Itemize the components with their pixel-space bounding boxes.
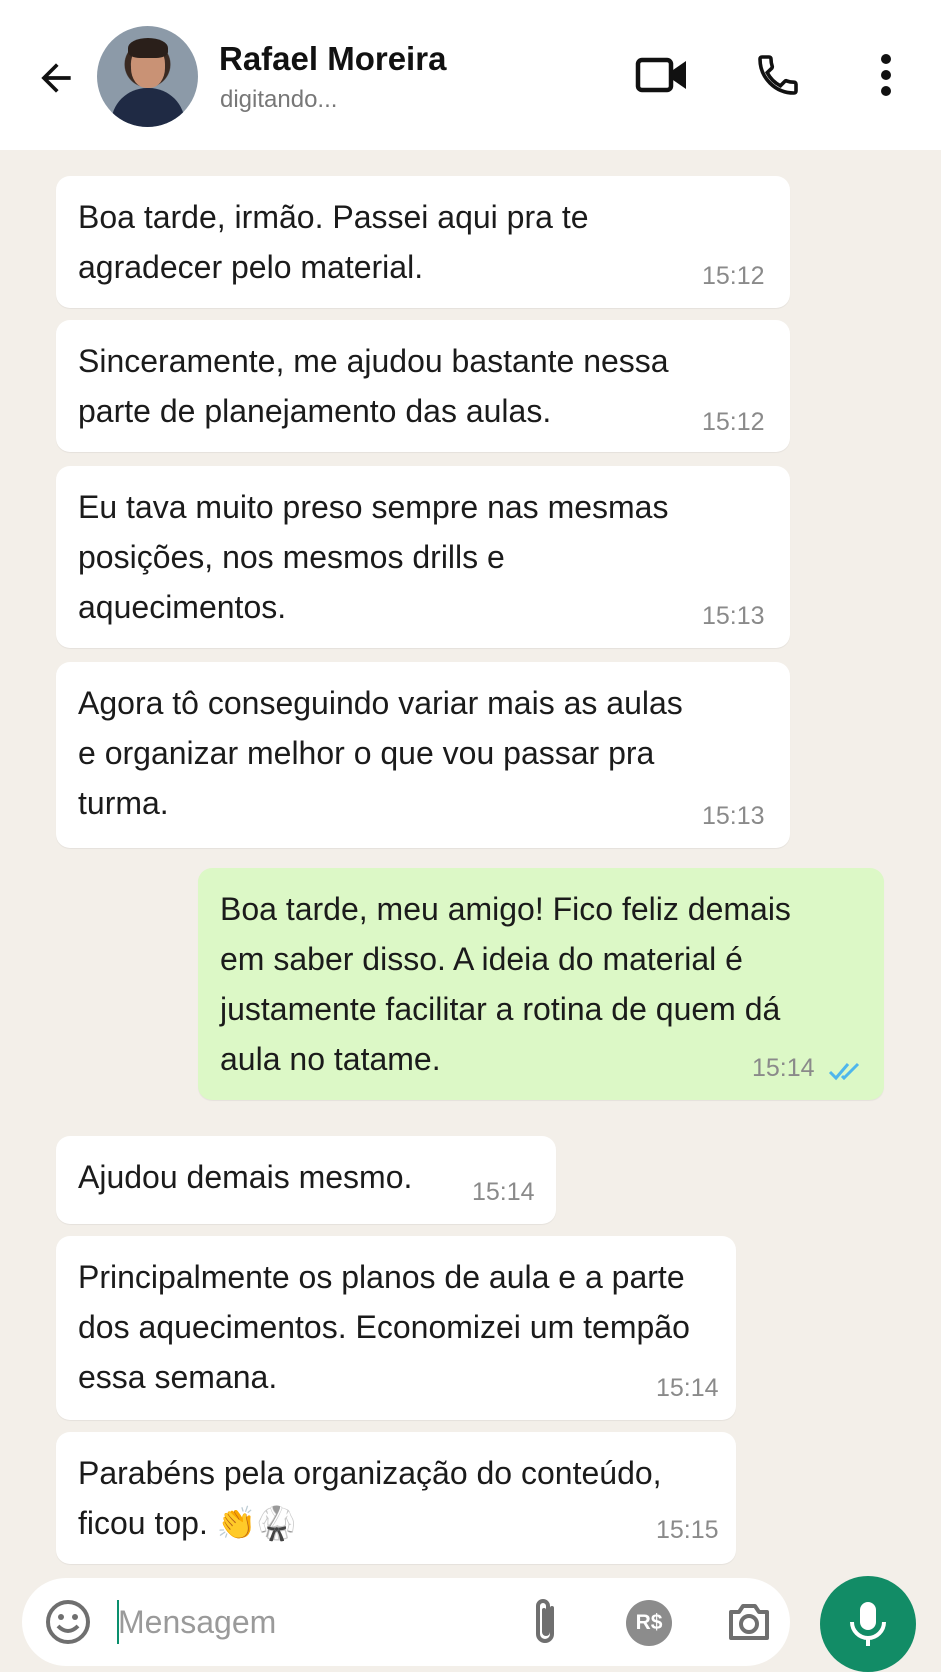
attach-button[interactable] xyxy=(530,1596,580,1650)
mic-button[interactable] xyxy=(820,1576,916,1672)
video-call-icon xyxy=(635,57,686,93)
message-bubble-incoming[interactable]: Ajudou demais mesmo. 15:14 xyxy=(56,1136,556,1224)
read-receipt-icon xyxy=(828,1062,860,1081)
message-time: 15:12 xyxy=(702,262,765,290)
phone-icon xyxy=(758,55,798,95)
mic-icon xyxy=(850,1602,886,1646)
message-bubble-outgoing[interactable]: Boa tarde, meu amigo! Fico feliz demais … xyxy=(198,868,884,1100)
message-list[interactable]: Boa tarde, irmão. Passei aqui pra te agr… xyxy=(0,150,941,1570)
message-bubble-incoming[interactable]: Principalmente os planos de aula e a par… xyxy=(56,1236,736,1420)
message-bubble-incoming[interactable]: Agora tô conseguindo variar mais as aula… xyxy=(56,662,790,848)
attach-icon xyxy=(536,1599,554,1643)
chat-header: Rafael Moreira digitando... xyxy=(0,0,941,150)
payment-button[interactable]: R$ xyxy=(626,1600,672,1646)
video-call-button[interactable] xyxy=(632,45,692,105)
message-time: 15:15 xyxy=(656,1516,719,1544)
message-text: Boa tarde, meu amigo! Fico feliz demais … xyxy=(220,891,791,1077)
message-time: 15:13 xyxy=(702,802,765,830)
message-composer: R$ xyxy=(22,1578,790,1666)
message-time: 15:14 xyxy=(472,1178,535,1206)
message-text: Parabéns pela organização do conteúdo, f… xyxy=(78,1455,662,1541)
message-time: 15:12 xyxy=(702,408,765,436)
voice-call-button[interactable] xyxy=(748,45,808,105)
camera-button[interactable] xyxy=(725,1598,773,1646)
message-text: Ajudou demais mesmo. xyxy=(78,1159,413,1195)
message-bubble-incoming[interactable]: Sinceramente, me ajudou bastante nessa p… xyxy=(56,320,790,452)
back-button[interactable] xyxy=(30,52,82,104)
message-time: 15:13 xyxy=(702,602,765,630)
message-bubble-incoming[interactable]: Eu tava muito preso sempre nas mesmas po… xyxy=(56,466,790,648)
camera-icon xyxy=(729,1604,769,1640)
message-input[interactable] xyxy=(118,1592,418,1652)
message-bubble-incoming[interactable]: Parabéns pela organização do conteúdo, f… xyxy=(56,1432,736,1564)
message-text: Eu tava muito preso sempre nas mesmas po… xyxy=(78,489,669,625)
emoji-button[interactable] xyxy=(44,1598,92,1646)
message-text: Boa tarde, irmão. Passei aqui pra te agr… xyxy=(78,199,589,285)
typing-status: digitando... xyxy=(220,86,338,113)
message-text: Principalmente os planos de aula e a par… xyxy=(78,1259,690,1395)
more-options-button[interactable] xyxy=(856,45,916,105)
message-text: Agora tô conseguindo variar mais as aula… xyxy=(78,685,683,821)
contact-name[interactable]: Rafael Moreira xyxy=(219,40,446,78)
message-text: Sinceramente, me ajudou bastante nessa p… xyxy=(78,343,669,429)
emoji-icon xyxy=(46,1600,90,1644)
message-time: 15:14 xyxy=(656,1374,719,1402)
more-vert-icon xyxy=(881,54,891,96)
avatar[interactable] xyxy=(97,26,198,127)
message-time: 15:14 xyxy=(752,1054,815,1082)
back-arrow-icon xyxy=(41,63,71,93)
message-bubble-incoming[interactable]: Boa tarde, irmão. Passei aqui pra te agr… xyxy=(56,176,790,308)
